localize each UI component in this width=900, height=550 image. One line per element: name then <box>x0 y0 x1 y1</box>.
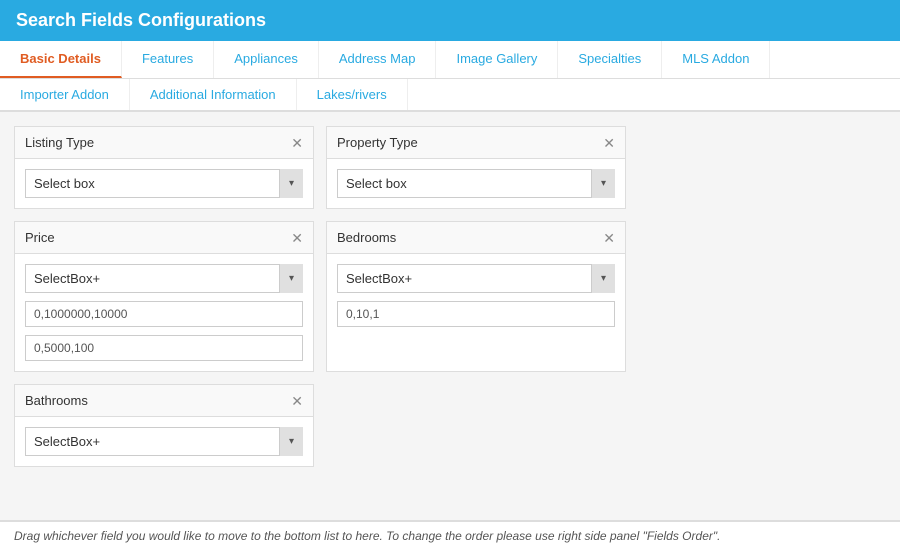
bottom-note: Drag whichever field you would like to m… <box>0 520 900 550</box>
field-card-body-property-type: Select box▾ <box>327 159 625 208</box>
field-card-body-bedrooms: SelectBox+▾ <box>327 254 625 337</box>
field-card-header-bedrooms: Bedrooms ✕ <box>327 222 625 254</box>
select-wrapper-listing-type: Select box▾ <box>25 169 303 198</box>
field-card-title-bedrooms: Bedrooms <box>337 230 396 245</box>
field-input-price-1[interactable] <box>25 335 303 361</box>
field-input-price-0[interactable] <box>25 301 303 327</box>
field-card-title-listing-type: Listing Type <box>25 135 94 150</box>
select-wrapper-bathrooms: SelectBox+▾ <box>25 427 303 456</box>
field-card-close-bathrooms[interactable]: ✕ <box>291 394 303 408</box>
field-card-title-bathrooms: Bathrooms <box>25 393 88 408</box>
page-title: Search Fields Configurations <box>16 10 266 30</box>
field-input-bedrooms-0[interactable] <box>337 301 615 327</box>
tab-address-map[interactable]: Address Map <box>319 41 437 78</box>
tabs-row2: Importer AddonAdditional InformationLake… <box>0 79 900 112</box>
field-card-price: Price ✕ SelectBox+▾ <box>14 221 314 372</box>
field-card-body-price: SelectBox+▾ <box>15 254 313 371</box>
field-card-bathrooms: Bathrooms ✕ SelectBox+▾ <box>14 384 314 467</box>
field-card-property-type: Property Type ✕ Select box▾ <box>326 126 626 209</box>
field-card-title-property-type: Property Type <box>337 135 418 150</box>
field-card-header-listing-type: Listing Type ✕ <box>15 127 313 159</box>
page-header: Search Fields Configurations <box>0 0 900 41</box>
field-card-close-listing-type[interactable]: ✕ <box>291 136 303 150</box>
tab2-lakes-rivers[interactable]: Lakes/rivers <box>297 79 408 110</box>
tab-appliances[interactable]: Appliances <box>214 41 319 78</box>
tab2-importer-addon[interactable]: Importer Addon <box>0 79 130 110</box>
tab-basic-details[interactable]: Basic Details <box>0 41 122 78</box>
tab-specialties[interactable]: Specialties <box>558 41 662 78</box>
tabs-row1: Basic DetailsFeaturesAppliancesAddress M… <box>0 41 900 79</box>
field-card-header-bathrooms: Bathrooms ✕ <box>15 385 313 417</box>
select-property-type[interactable]: Select box <box>337 169 615 198</box>
content-area: Listing Type ✕ Select box▾ Property Type ✕ Se… <box>0 112 900 492</box>
tab2-additional-information[interactable]: Additional Information <box>130 79 297 110</box>
select-wrapper-price: SelectBox+▾ <box>25 264 303 293</box>
field-card-header-property-type: Property Type ✕ <box>327 127 625 159</box>
select-bathrooms[interactable]: SelectBox+ <box>25 427 303 456</box>
field-card-header-price: Price ✕ <box>15 222 313 254</box>
select-wrapper-bedrooms: SelectBox+▾ <box>337 264 615 293</box>
select-listing-type[interactable]: Select box <box>25 169 303 198</box>
tab-mls-addon[interactable]: MLS Addon <box>662 41 770 78</box>
field-card-listing-type: Listing Type ✕ Select box▾ <box>14 126 314 209</box>
field-card-title-price: Price <box>25 230 55 245</box>
select-wrapper-property-type: Select box▾ <box>337 169 615 198</box>
select-price[interactable]: SelectBox+ <box>25 264 303 293</box>
tab-features[interactable]: Features <box>122 41 214 78</box>
field-card-body-listing-type: Select box▾ <box>15 159 313 208</box>
field-card-close-bedrooms[interactable]: ✕ <box>603 231 615 245</box>
field-card-close-property-type[interactable]: ✕ <box>603 136 615 150</box>
field-card-bedrooms: Bedrooms ✕ SelectBox+▾ <box>326 221 626 372</box>
select-bedrooms[interactable]: SelectBox+ <box>337 264 615 293</box>
field-card-body-bathrooms: SelectBox+▾ <box>15 417 313 466</box>
field-card-close-price[interactable]: ✕ <box>291 231 303 245</box>
tab-image-gallery[interactable]: Image Gallery <box>436 41 558 78</box>
